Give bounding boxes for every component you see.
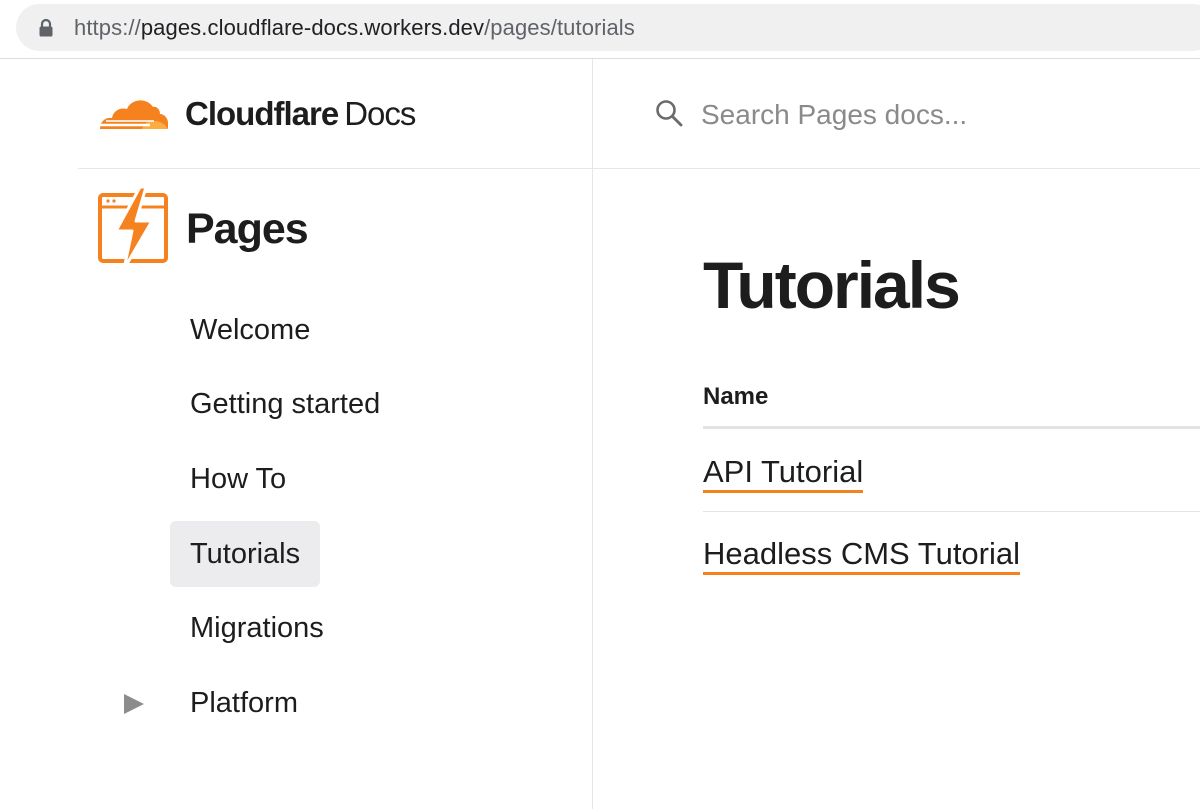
address-bar[interactable]: https://pages.cloudflare-docs.workers.de… (16, 4, 1200, 51)
main-content: Tutorials Name API Tutorial Headless CMS… (593, 59, 1200, 809)
browser-toolbar: https://pages.cloudflare-docs.workers.de… (0, 0, 1200, 59)
search-bar (593, 59, 1200, 169)
tutorial-link-headless-cms[interactable]: Headless CMS Tutorial (703, 537, 1021, 575)
lock-icon (39, 18, 53, 37)
sidebar: Cloudflare Docs Pages Welcome Getting sta… (0, 59, 592, 809)
sidebar-item-tutorials[interactable]: Tutorials (170, 521, 321, 587)
tutorial-link-api[interactable]: API Tutorial (703, 455, 864, 493)
cloudflare-cloud-icon (100, 100, 168, 129)
url-scheme: https:// (74, 15, 141, 40)
brand-name-secondary: Docs (344, 95, 416, 132)
sidebar-item-how-to[interactable]: How To (170, 446, 306, 512)
search-icon[interactable] (655, 99, 683, 127)
brand-name: Cloudflare Docs (185, 95, 416, 133)
page-title: Tutorials (703, 248, 961, 322)
url-text[interactable]: https://pages.cloudflare-docs.workers.de… (74, 4, 635, 51)
expand-triangle-icon[interactable] (124, 694, 144, 714)
product-title: Pages (186, 205, 309, 253)
search-input[interactable] (701, 89, 1181, 141)
pages-lightning-icon (98, 187, 168, 269)
url-path: /pages/tutorials (484, 15, 635, 40)
url-host: pages.cloudflare-docs.workers.dev (140, 15, 485, 40)
table-header-rule (703, 426, 1200, 429)
sidebar-item-welcome[interactable]: Welcome (170, 297, 330, 363)
sidebar-item-getting-started[interactable]: Getting started (170, 371, 400, 437)
sidebar-item-platform[interactable]: Platform (170, 670, 318, 736)
search-divider (593, 168, 1200, 169)
table-header-name: Name (703, 383, 769, 410)
brand-name-primary: Cloudflare (185, 95, 339, 132)
site-brand[interactable]: Cloudflare Docs (0, 59, 592, 169)
sidebar-item-migrations[interactable]: Migrations (170, 595, 344, 661)
product-header[interactable]: Pages (0, 177, 592, 277)
brand-divider (78, 168, 592, 169)
table-row-divider (703, 511, 1200, 512)
